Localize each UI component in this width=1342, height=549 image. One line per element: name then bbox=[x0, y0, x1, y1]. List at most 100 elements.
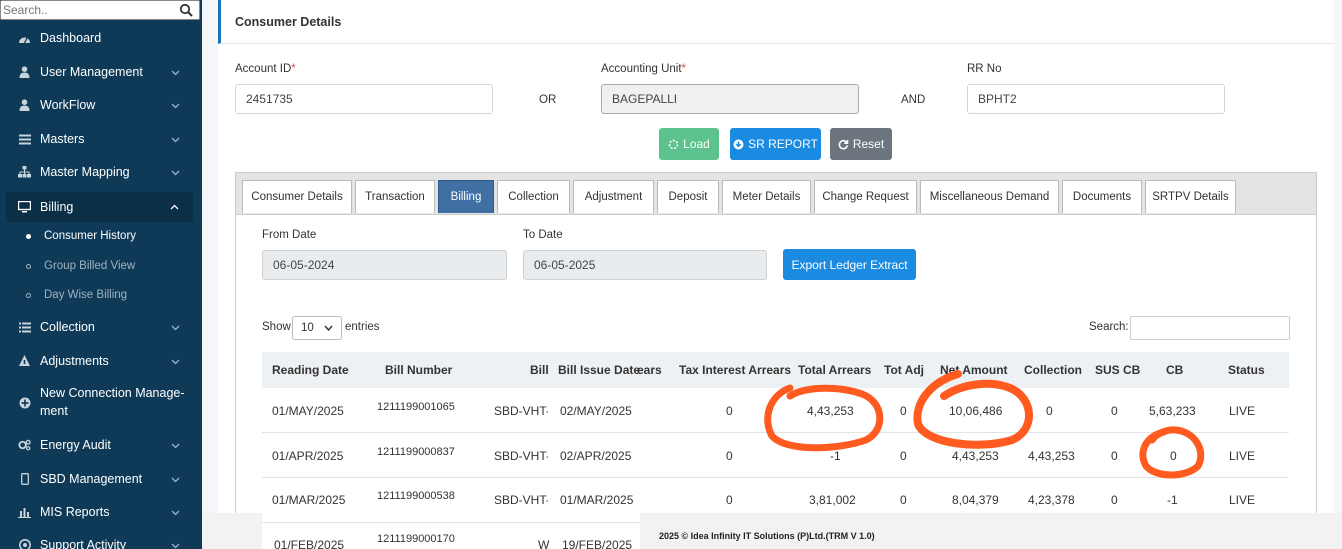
download-circle-icon bbox=[733, 139, 744, 149]
cell-cb: -1 bbox=[1167, 493, 1178, 507]
sidebar-item-adjustments[interactable]: Adjustments bbox=[0, 351, 202, 371]
cell-status: LIVE bbox=[1229, 404, 1256, 418]
cell-net-amount: 8,04,379 bbox=[952, 493, 999, 507]
cell-bill-number: 1211199000170 bbox=[377, 533, 455, 545]
col-total-arrears[interactable]: Total Arrears bbox=[798, 352, 871, 388]
account-id-input[interactable]: 2451735 bbox=[235, 84, 493, 114]
sr-report-button[interactable]: SR REPORT bbox=[730, 128, 821, 160]
sidebar-item-workflow[interactable]: WorkFlow bbox=[0, 95, 202, 115]
col-bill-issue-date[interactable]: Bill Issue Date bbox=[558, 352, 640, 388]
load-button[interactable]: Load bbox=[659, 128, 719, 160]
tab-collection[interactable]: Collection bbox=[497, 180, 570, 213]
tab-transaction[interactable]: Transaction bbox=[355, 180, 435, 213]
export-ledger-extract-button[interactable]: Export Ledger Extract bbox=[783, 249, 916, 280]
cell-bill: SBD-VHT-( bbox=[494, 493, 548, 507]
footer: 2025 © Idea Infinity IT Solutions (P)Ltd… bbox=[640, 513, 1342, 549]
sidebar-item-master-mapping[interactable]: Master Mapping bbox=[0, 162, 202, 182]
sidebar-item-label: User Management bbox=[40, 65, 143, 79]
from-date-input[interactable]: 06-05-2024 bbox=[262, 250, 507, 280]
rr-no-input[interactable]: BPHT2 bbox=[967, 84, 1225, 114]
col-bill[interactable]: Bill bbox=[530, 352, 549, 388]
col-net-amount[interactable]: Net Amount bbox=[940, 352, 1008, 388]
sidebar-item-new-connection-management[interactable]: New Connection Manage- ment bbox=[0, 384, 202, 420]
sidebar-item-label: Dashboard bbox=[40, 31, 102, 45]
sidebar-item-sbd-management[interactable]: SBD Management bbox=[0, 469, 202, 489]
search-icon[interactable] bbox=[179, 3, 193, 17]
user-icon bbox=[18, 99, 31, 112]
tab-consumer-details[interactable]: Consumer Details bbox=[242, 180, 352, 213]
sidebar-item-masters[interactable]: Masters bbox=[0, 129, 202, 149]
reset-button[interactable]: Reset bbox=[830, 128, 892, 160]
col-status[interactable]: Status bbox=[1228, 352, 1265, 388]
tab-billing[interactable]: Billing bbox=[438, 180, 494, 213]
balance-scale-icon bbox=[18, 355, 31, 368]
cell-cb: 0 bbox=[1170, 449, 1177, 463]
cell-bill: SBD-VHT-( bbox=[494, 449, 548, 463]
sidebar-subitem-day-wise-billing[interactable]: Day Wise Billing bbox=[0, 288, 202, 302]
tab-adjustment[interactable]: Adjustment bbox=[573, 180, 654, 213]
chevron-down-icon bbox=[171, 325, 180, 330]
sidebar-item-dashboard[interactable]: Dashboard bbox=[0, 28, 202, 48]
sidebar-item-billing[interactable]: Billing bbox=[6, 192, 193, 222]
tab-deposit[interactable]: Deposit bbox=[657, 180, 719, 213]
cogs-icon bbox=[18, 439, 31, 452]
chevron-down-icon bbox=[171, 103, 180, 108]
tab-miscellaneous-demand[interactable]: Miscellaneous Demand bbox=[920, 180, 1059, 213]
cell-total-arrears: 4,43,253 bbox=[807, 404, 854, 418]
col-collection[interactable]: Collection bbox=[1024, 352, 1082, 388]
mobile-icon bbox=[18, 473, 31, 486]
table-row[interactable]: 01/APR/2025 1211199000837 SBD-VHT-( 02/A… bbox=[262, 433, 1289, 478]
tab-meter-details[interactable]: Meter Details bbox=[722, 180, 811, 213]
show-label: Show bbox=[262, 321, 291, 333]
tab-srtpv-details[interactable]: SRTPV Details bbox=[1145, 180, 1236, 213]
cell-status: LIVE bbox=[1229, 449, 1256, 463]
sidebar-item-support-activity[interactable]: Support Activity bbox=[0, 535, 202, 549]
sr-report-button-label: SR REPORT bbox=[748, 137, 818, 151]
col-cb[interactable]: CB bbox=[1166, 352, 1183, 388]
chevron-down-icon bbox=[171, 70, 180, 75]
table-row[interactable]: 01/MAY/2025 1211199001065 SBD-VHT-( 02/M… bbox=[262, 388, 1289, 433]
sidebar-search[interactable] bbox=[0, 0, 200, 20]
cell-total-arrears: 3,81,002 bbox=[809, 493, 856, 507]
sidebar-subitem-label: Consumer History bbox=[44, 230, 137, 242]
sidebar-item-label: SBD Management bbox=[40, 472, 143, 486]
table-search-input[interactable] bbox=[1130, 316, 1290, 340]
sidebar-item-collection[interactable]: Collection bbox=[0, 317, 202, 337]
col-tax-interest-arrears[interactable]: Tax Interest Arrears bbox=[679, 352, 791, 388]
chevron-down-icon bbox=[171, 510, 180, 515]
from-date-label: From Date bbox=[262, 229, 317, 241]
refresh-icon bbox=[838, 139, 849, 149]
to-date-input[interactable]: 06-05-2025 bbox=[523, 250, 767, 280]
col-bill-number[interactable]: Bill Number bbox=[385, 352, 452, 388]
sidebar-search-input[interactable] bbox=[1, 1, 176, 19]
sidebar: Dashboard User Management WorkFlow Maste… bbox=[0, 0, 202, 549]
col-sus-cb[interactable]: SUS CB bbox=[1095, 352, 1140, 388]
dashboard-icon bbox=[18, 32, 31, 45]
sidebar-item-mis-reports[interactable]: MIS Reports bbox=[0, 502, 202, 522]
col-reading-date[interactable]: Reading Date bbox=[272, 352, 349, 388]
cell-collection: 0 bbox=[1046, 404, 1053, 418]
sidebar-item-user-management[interactable]: User Management bbox=[0, 62, 202, 82]
cell-bill-issue-date: 01/MAR/2025 bbox=[560, 493, 634, 507]
sidebar-item-energy-audit[interactable]: Energy Audit bbox=[0, 435, 202, 455]
col-arrears[interactable]: ears bbox=[637, 352, 662, 388]
col-tot-adj[interactable]: Tot Adj bbox=[884, 352, 924, 388]
accounting-unit-select[interactable]: BAGEPALLI bbox=[601, 84, 859, 114]
chevron-down-icon bbox=[171, 477, 180, 482]
entries-label: entries bbox=[345, 321, 380, 333]
entries-select[interactable]: 10 bbox=[292, 316, 342, 340]
user-icon bbox=[18, 66, 31, 79]
account-id-label: Account ID* bbox=[235, 63, 296, 75]
sidebar-subitem-group-billed-view[interactable]: Group Billed View bbox=[0, 259, 202, 273]
sidebar-item-label: MIS Reports bbox=[40, 505, 110, 519]
chevron-down-icon bbox=[171, 359, 180, 364]
sidebar-item-label: Masters bbox=[40, 132, 85, 146]
sidebar-item-label: WorkFlow bbox=[40, 98, 96, 112]
cell-bill-number: 1211199001065 bbox=[377, 401, 455, 413]
tab-documents[interactable]: Documents bbox=[1062, 180, 1142, 213]
monitor-icon bbox=[18, 201, 31, 214]
tab-change-request[interactable]: Change Request bbox=[814, 180, 917, 213]
sidebar-subitem-consumer-history[interactable]: Consumer History bbox=[0, 229, 202, 243]
sidebar-item-label: Collection bbox=[40, 320, 95, 334]
sidebar-item-label: Master Mapping bbox=[40, 165, 130, 179]
